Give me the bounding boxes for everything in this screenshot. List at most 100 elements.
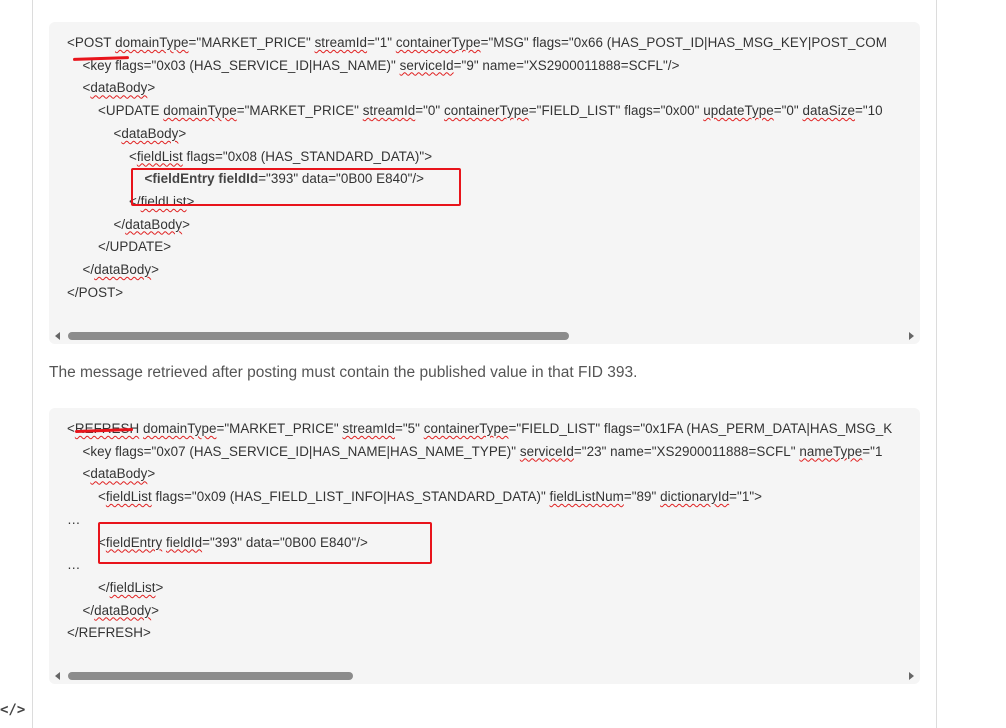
code-token: dataBody bbox=[125, 216, 183, 232]
code-token: > bbox=[147, 80, 156, 96]
code-token: ="89" bbox=[623, 489, 661, 505]
code-token: fieldList bbox=[140, 193, 187, 209]
code-token: containerType bbox=[395, 35, 481, 50]
code-line: <UPDATE domainType="MARKET_PRICE" stream… bbox=[98, 102, 883, 120]
code-token: <UPDATE bbox=[98, 103, 164, 119]
code-token: domainType bbox=[115, 35, 189, 50]
code-token: < bbox=[129, 148, 137, 164]
caption-text: The message retrieved after posting must… bbox=[49, 364, 638, 381]
code-token: </ bbox=[82, 602, 95, 618]
code-token: > bbox=[155, 579, 164, 595]
code-token: containerType bbox=[423, 421, 509, 436]
code-token: < bbox=[98, 489, 106, 505]
code-token: flags="0x08 (HAS_STANDARD_DATA)"> bbox=[182, 148, 433, 164]
code-line: <fieldList flags="0x08 (HAS_STANDARD_DAT… bbox=[129, 148, 432, 166]
scroll-right-arrow-icon[interactable] bbox=[909, 672, 914, 680]
code-line: <dataBody> bbox=[83, 465, 156, 483]
code-token: > bbox=[151, 602, 159, 618]
code-token: … bbox=[67, 511, 81, 527]
code-token: dictionaryId bbox=[660, 489, 730, 505]
code-token: ="393" data="0B00 E840"/> bbox=[258, 171, 425, 187]
code-token: > bbox=[182, 216, 190, 232]
code-token: ="393" data="0B00 E840"/> bbox=[202, 534, 368, 550]
code-line: <dataBody> bbox=[83, 79, 156, 97]
code-token: ="5" bbox=[394, 421, 424, 436]
horizontal-scrollbar[interactable] bbox=[49, 328, 920, 344]
code-token: fieldListNum bbox=[549, 489, 624, 505]
code-token: fieldId bbox=[165, 534, 203, 550]
code-token: fieldEntry bbox=[105, 534, 163, 550]
code-token: ="MARKET_PRICE" bbox=[216, 421, 343, 436]
scroll-left-arrow-icon[interactable] bbox=[55, 672, 60, 680]
scrollbar-thumb[interactable] bbox=[68, 672, 353, 680]
code-token: <key flags="0x07 (HAS_SERVICE_ID|HAS_NAM… bbox=[82, 443, 520, 459]
code-token: dataBody bbox=[90, 466, 148, 482]
code-line: … bbox=[67, 556, 80, 574]
code-token: serviceId bbox=[519, 443, 574, 459]
code-block-post: <POST domainType="MARKET_PRICE" streamId… bbox=[49, 22, 920, 344]
code-line: <fieldEntry fieldId="393" data="0B00 E84… bbox=[145, 170, 425, 188]
scroll-left-arrow-icon[interactable] bbox=[55, 332, 60, 340]
code-token: dataBody bbox=[94, 602, 152, 618]
code-token: </ bbox=[82, 262, 95, 277]
code-token: > bbox=[178, 125, 187, 141]
code-token: < bbox=[98, 534, 106, 550]
embed-code-icon[interactable]: </> bbox=[0, 702, 25, 718]
code-token: ="0" bbox=[415, 103, 444, 119]
code-token: … bbox=[67, 557, 81, 573]
code-token: <fieldEntry bbox=[144, 171, 219, 187]
article-content: <POST domainType="MARKET_PRICE" streamId… bbox=[32, 0, 937, 728]
code-token: </ bbox=[113, 216, 126, 232]
code-token: dataBody bbox=[90, 80, 148, 96]
code-line: </dataBody> bbox=[83, 261, 160, 279]
code-token: streamId bbox=[342, 421, 395, 436]
code-token: flags="0x09 (HAS_FIELD_LIST_INFO|HAS_STA… bbox=[151, 489, 550, 505]
code-line: </UPDATE> bbox=[98, 238, 171, 256]
code-token: </REFRESH> bbox=[67, 625, 151, 641]
code-token: serviceId bbox=[399, 57, 454, 73]
code-line: <key flags="0x07 (HAS_SERVICE_ID|HAS_NAM… bbox=[83, 443, 883, 461]
code-token: ="1" bbox=[367, 35, 396, 50]
horizontal-scrollbar[interactable] bbox=[49, 668, 920, 684]
code-token: ="MARKET_PRICE" bbox=[188, 35, 315, 50]
code-token: > bbox=[186, 193, 195, 209]
code-token: < bbox=[67, 421, 75, 436]
code-token: containerType bbox=[444, 103, 529, 119]
code-token: POST bbox=[74, 35, 112, 50]
code-token: ="23" name="XS2900011888=SCFL" bbox=[573, 443, 800, 459]
code-token: fieldList bbox=[105, 489, 152, 505]
code-token: ="FIELD_LIST" flags="0x1FA (HAS_PERM_DAT… bbox=[508, 421, 893, 436]
code-token: fieldId bbox=[218, 171, 259, 187]
code-line: </REFRESH> bbox=[67, 624, 151, 642]
scroll-right-arrow-icon[interactable] bbox=[909, 332, 914, 340]
code-line: <REFRESH domainType="MARKET_PRICE" strea… bbox=[67, 420, 892, 438]
code-token: dataBody bbox=[121, 125, 179, 141]
code-token: fieldList bbox=[109, 579, 156, 595]
code-token: fieldList bbox=[136, 148, 183, 164]
code-token: </ bbox=[129, 193, 141, 209]
code-token: </UPDATE> bbox=[98, 239, 172, 255]
code-token: ="MARKET_PRICE" bbox=[236, 103, 363, 119]
code-line: </fieldList> bbox=[98, 579, 163, 597]
code-line: </POST> bbox=[67, 284, 123, 302]
code-token: dataBody bbox=[94, 262, 152, 277]
code-line: <fieldEntry fieldId="393" data="0B00 E84… bbox=[98, 534, 368, 552]
code-token: streamId bbox=[314, 35, 368, 50]
code-token: streamId bbox=[362, 103, 416, 119]
code-token: <key flags="0x03 (HAS_SERVICE_ID|HAS_NAM… bbox=[82, 57, 400, 73]
code-token: </ bbox=[98, 579, 110, 595]
code-token: dataSize bbox=[802, 103, 855, 119]
code-token: updateType bbox=[703, 103, 774, 119]
code-token: ="1 bbox=[862, 443, 883, 459]
code-line: <dataBody> bbox=[114, 125, 187, 143]
code-token: nameType bbox=[799, 443, 863, 459]
code-token: ="9" name="XS2900011888=SCFL"/> bbox=[453, 57, 680, 73]
scrollbar-thumb[interactable] bbox=[68, 332, 569, 340]
code-token: ="FIELD_LIST" flags="0x00" bbox=[528, 103, 704, 119]
code-line: <fieldList flags="0x09 (HAS_FIELD_LIST_I… bbox=[98, 488, 762, 506]
code-token: < bbox=[67, 35, 75, 50]
code-token: ="1"> bbox=[729, 489, 763, 505]
code-line: … bbox=[67, 511, 80, 529]
code-token: ="10 bbox=[855, 103, 883, 119]
code-block-refresh: <REFRESH domainType="MARKET_PRICE" strea… bbox=[49, 408, 920, 684]
